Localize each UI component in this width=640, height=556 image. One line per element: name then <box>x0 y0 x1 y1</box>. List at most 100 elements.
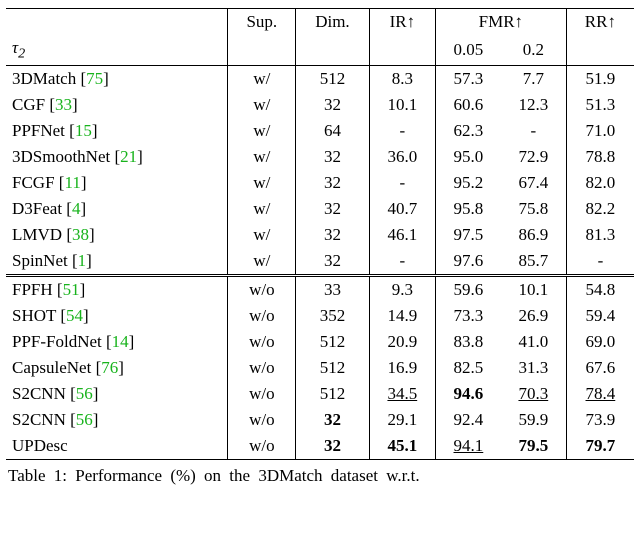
table-row: 3DMatch [75]w/5128.357.37.751.9 <box>6 66 634 93</box>
cell-fmr-20: 31.3 <box>501 355 566 381</box>
method-name: S2CNN [56] <box>6 407 228 433</box>
cell-ir: - <box>369 170 435 196</box>
cell-ir: 29.1 <box>369 407 435 433</box>
cell-ir: 14.9 <box>369 303 435 329</box>
method-name: PPF-FoldNet [14] <box>6 329 228 355</box>
citation-link[interactable]: 38 <box>72 225 89 244</box>
cell-fmr-20: 7.7 <box>501 66 566 93</box>
cell-dim: 32 <box>296 248 370 276</box>
citation-link[interactable]: 56 <box>76 384 93 403</box>
method-name: SpinNet [1] <box>6 248 228 276</box>
method-name: 3DSmoothNet [21] <box>6 144 228 170</box>
citation-link[interactable]: 21 <box>120 147 137 166</box>
citation-link[interactable]: 1 <box>78 251 87 270</box>
cell-fmr-05: 95.8 <box>435 196 500 222</box>
cell-dim: 33 <box>296 276 370 304</box>
table-row: PPFNet [15]w/64-62.3-71.0 <box>6 118 634 144</box>
header-fmr-05: 0.05 <box>435 35 500 66</box>
cell-ir: 45.1 <box>369 433 435 460</box>
cell-sup: w/ <box>228 170 296 196</box>
cell-fmr-20: 67.4 <box>501 170 566 196</box>
cell-sup: w/o <box>228 303 296 329</box>
cell-ir: 46.1 <box>369 222 435 248</box>
cell-ir: - <box>369 248 435 276</box>
cell-fmr-20: 26.9 <box>501 303 566 329</box>
cell-fmr-20: 10.1 <box>501 276 566 304</box>
cell-sup: w/o <box>228 355 296 381</box>
table-caption: Table 1: Performance (%) on the 3DMatch … <box>6 466 634 486</box>
cell-ir: 8.3 <box>369 66 435 93</box>
cell-fmr-05: 95.0 <box>435 144 500 170</box>
table-row: S2CNN [56]w/o51234.594.670.378.4 <box>6 381 634 407</box>
cell-fmr-05: 82.5 <box>435 355 500 381</box>
cell-dim: 32 <box>296 196 370 222</box>
cell-ir: 10.1 <box>369 92 435 118</box>
cell-sup: w/o <box>228 381 296 407</box>
header-sup: Sup. <box>228 9 296 36</box>
table-row: 3DSmoothNet [21]w/3236.095.072.978.8 <box>6 144 634 170</box>
table-row: FPFH [51]w/o339.359.610.154.8 <box>6 276 634 304</box>
citation-link[interactable]: 76 <box>101 358 118 377</box>
cell-dim: 512 <box>296 66 370 93</box>
cell-ir: 40.7 <box>369 196 435 222</box>
method-name: FCGF [11] <box>6 170 228 196</box>
cell-dim: 32 <box>296 433 370 460</box>
table-row: PPF-FoldNet [14]w/o51220.983.841.069.0 <box>6 329 634 355</box>
citation-link[interactable]: 15 <box>75 121 92 140</box>
citation-link[interactable]: 33 <box>55 95 72 114</box>
cell-fmr-05: 92.4 <box>435 407 500 433</box>
cell-fmr-20: 85.7 <box>501 248 566 276</box>
cell-dim: 32 <box>296 222 370 248</box>
cell-ir: 36.0 <box>369 144 435 170</box>
cell-rr: 78.8 <box>566 144 634 170</box>
citation-link[interactable]: 4 <box>72 199 81 218</box>
method-name: SHOT [54] <box>6 303 228 329</box>
cell-fmr-20: 70.3 <box>501 381 566 407</box>
cell-fmr-05: 94.6 <box>435 381 500 407</box>
cell-rr: 71.0 <box>566 118 634 144</box>
cell-ir: 9.3 <box>369 276 435 304</box>
cell-fmr-05: 73.3 <box>435 303 500 329</box>
method-name: LMVD [38] <box>6 222 228 248</box>
cell-rr: 82.0 <box>566 170 634 196</box>
table-row: CGF [33]w/3210.160.612.351.3 <box>6 92 634 118</box>
cell-fmr-05: 60.6 <box>435 92 500 118</box>
method-name: 3DMatch [75] <box>6 66 228 93</box>
header-dim: Dim. <box>296 9 370 36</box>
cell-ir: 16.9 <box>369 355 435 381</box>
cell-sup: w/ <box>228 118 296 144</box>
header-rr: RR↑ <box>566 9 634 36</box>
cell-rr: 82.2 <box>566 196 634 222</box>
cell-rr: - <box>566 248 634 276</box>
cell-dim: 512 <box>296 355 370 381</box>
cell-dim: 512 <box>296 381 370 407</box>
cell-fmr-05: 94.1 <box>435 433 500 460</box>
cell-dim: 32 <box>296 92 370 118</box>
cell-sup: w/o <box>228 276 296 304</box>
method-name: UPDesc <box>6 433 228 460</box>
method-name: S2CNN [56] <box>6 381 228 407</box>
citation-link[interactable]: 56 <box>76 410 93 429</box>
cell-sup: w/ <box>228 196 296 222</box>
cell-fmr-05: 83.8 <box>435 329 500 355</box>
citation-link[interactable]: 75 <box>86 69 103 88</box>
cell-ir: 34.5 <box>369 381 435 407</box>
citation-link[interactable]: 51 <box>63 280 80 299</box>
cell-dim: 32 <box>296 407 370 433</box>
cell-fmr-20: 59.9 <box>501 407 566 433</box>
header-tau: τ2 <box>6 35 228 66</box>
method-name: CGF [33] <box>6 92 228 118</box>
table-row: SpinNet [1]w/32-97.685.7- <box>6 248 634 276</box>
cell-sup: w/ <box>228 222 296 248</box>
cell-rr: 59.4 <box>566 303 634 329</box>
cell-fmr-05: 95.2 <box>435 170 500 196</box>
citation-link[interactable]: 54 <box>66 306 83 325</box>
citation-link[interactable]: 14 <box>112 332 129 351</box>
citation-link[interactable]: 11 <box>64 173 80 192</box>
cell-fmr-20: 72.9 <box>501 144 566 170</box>
cell-sup: w/o <box>228 433 296 460</box>
cell-fmr-20: 41.0 <box>501 329 566 355</box>
cell-fmr-05: 59.6 <box>435 276 500 304</box>
cell-dim: 32 <box>296 144 370 170</box>
table-row: LMVD [38]w/3246.197.586.981.3 <box>6 222 634 248</box>
